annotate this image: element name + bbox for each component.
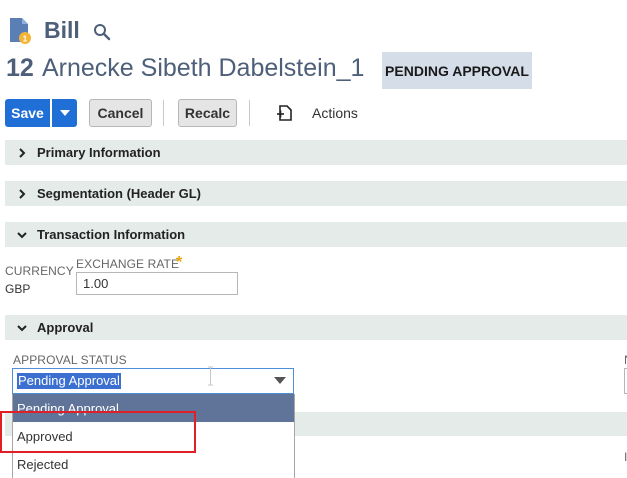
save-options-dropdown-button[interactable] [52,99,77,127]
bill-document-icon: 1 [10,18,31,44]
svg-text:1: 1 [23,35,28,44]
currency-value: GBP [5,282,31,296]
text-cursor-icon [208,366,213,386]
save-button[interactable]: Save [5,99,50,127]
section-title: Segmentation (Header GL) [37,186,201,201]
approval-status-label: APPROVAL STATUS [13,353,127,367]
currency-label: CURRENCY [5,264,74,278]
cancel-button[interactable]: Cancel [89,99,152,127]
section-title: Approval [37,320,94,335]
chevron-right-icon [19,188,26,199]
chevron-right-icon [19,147,26,158]
approval-status-value[interactable]: Pending Approval [17,373,121,389]
chevron-down-icon [17,324,27,331]
chevron-down-icon [17,231,27,238]
section-primary-information[interactable]: Primary Information [5,140,627,165]
section-title: Transaction Information [37,227,186,242]
required-marker: * [176,254,183,271]
toolbar-divider [163,100,164,126]
recalc-button[interactable]: Recalc [178,99,237,127]
exchange-rate-label: EXCHANGE RATE [76,257,180,271]
annotation-highlight [0,411,196,453]
section-approval[interactable]: Approval [5,315,627,340]
option-rejected[interactable]: Rejected [13,450,294,478]
toolbar-divider [249,100,250,126]
section-segmentation[interactable]: Segmentation (Header GL) [5,181,627,206]
status-badge: PENDING APPROVAL [382,52,532,89]
search-icon[interactable] [93,23,111,41]
chevron-down-icon [59,110,70,116]
record-name: Arnecke Sibeth Dabelstein_1 [42,54,365,82]
section-transaction-information[interactable]: Transaction Information [5,222,627,247]
exchange-rate-field[interactable]: 1.00 [76,272,238,295]
record-type-title: Bill [44,17,80,43]
record-number: 12 [6,54,34,82]
actions-menu[interactable]: Actions [312,105,358,121]
actions-icon[interactable] [275,103,295,123]
dropdown-arrow-icon[interactable] [274,377,286,384]
section-title: Primary Information [37,145,161,160]
